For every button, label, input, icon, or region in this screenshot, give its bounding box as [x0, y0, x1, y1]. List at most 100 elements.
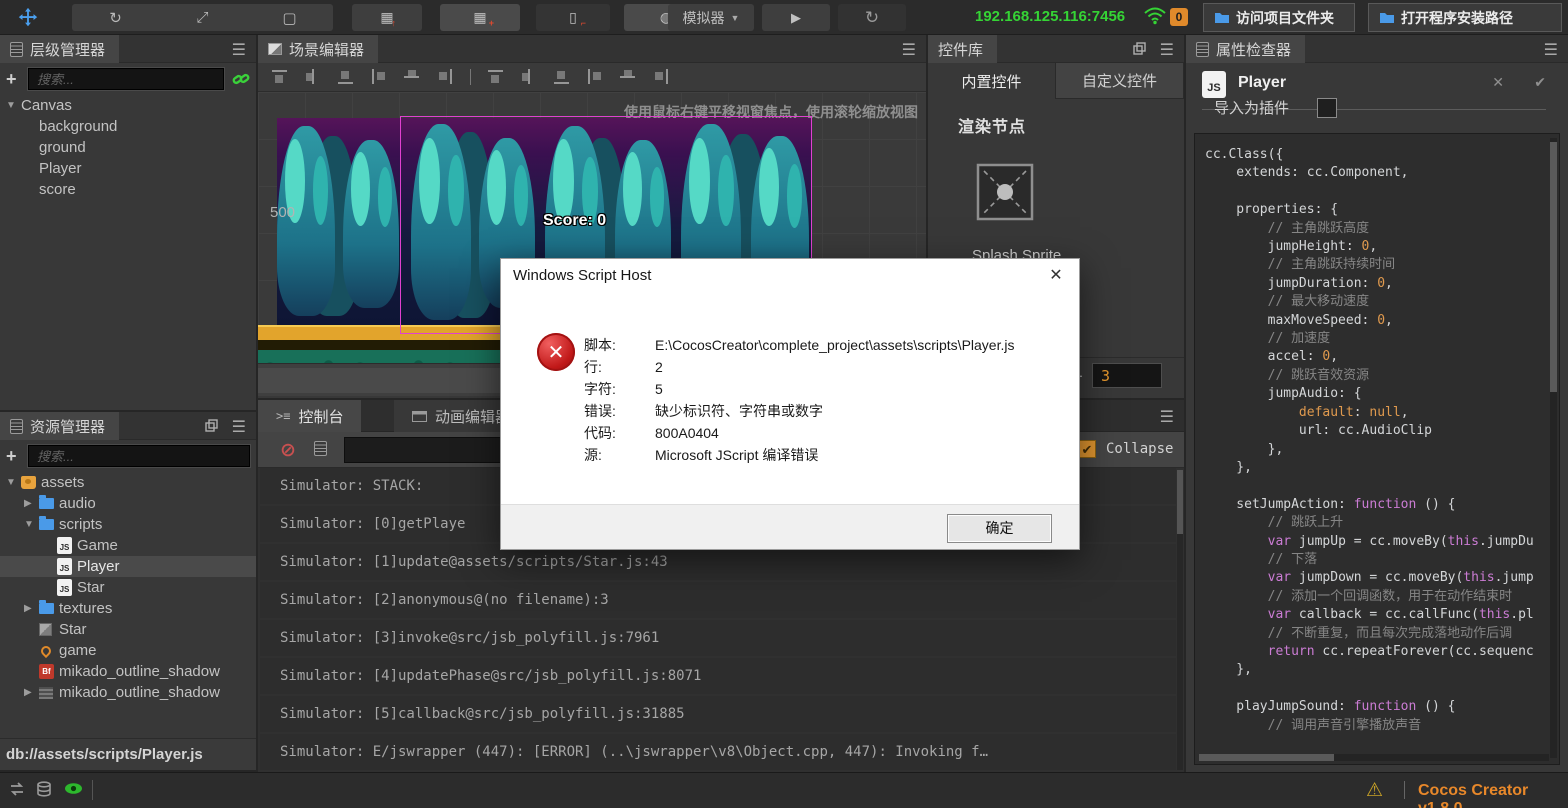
tab-builtin-label: 内置控件 — [961, 73, 1022, 91]
open-install-path-button[interactable]: 打开程序安装路径 — [1368, 3, 1562, 32]
hierarchy-node-ground[interactable]: ground — [0, 137, 256, 158]
warning-icon[interactable]: ⚠ — [1366, 779, 1383, 802]
js-file-icon: JS — [1202, 71, 1226, 98]
hierarchy-node-background[interactable]: background — [0, 116, 256, 137]
code-line: // 添加一个回调函数，用于在动作结束时 — [1205, 588, 1513, 604]
refresh-button[interactable]: ↻ — [838, 4, 906, 31]
code-hscrollbar-thumb[interactable] — [1199, 754, 1334, 761]
console-menu-icon[interactable]: ☰ — [1160, 407, 1174, 427]
align-tool-h2[interactable] — [620, 69, 636, 85]
expand-arrow-icon[interactable]: ▶ — [24, 687, 39, 698]
console-scrollbar[interactable] — [1177, 470, 1183, 770]
animation-icon — [412, 410, 427, 422]
link-icon[interactable] — [232, 70, 250, 88]
code-hscrollbar[interactable] — [1199, 754, 1549, 761]
anchor-mode-button[interactable]: ▦ + — [440, 4, 520, 31]
count-input[interactable] — [1092, 363, 1162, 388]
align-tool-b[interactable] — [338, 69, 354, 85]
console-log-line-6[interactable]: Simulator: [5]callback@src/jsb_polyfill.… — [260, 696, 1176, 732]
add-asset-button[interactable]: + — [6, 446, 20, 467]
splash-sprite-item[interactable] — [976, 163, 1034, 224]
asset-item-game[interactable]: game — [0, 640, 256, 661]
align-tool-h[interactable] — [404, 69, 420, 85]
console-log-line-3[interactable]: Simulator: [2]anonymous@(no filename):3 — [260, 582, 1176, 618]
dialog-close-icon[interactable]: ✕ — [1045, 265, 1067, 285]
hierarchy-node-score[interactable]: score — [0, 179, 256, 200]
asset-item-audio[interactable]: ▶ audio — [0, 493, 256, 514]
asset-item-Star[interactable]: JS Star — [0, 577, 256, 598]
widget-library-menu-icon[interactable]: ☰ — [1160, 40, 1174, 60]
popout-icon[interactable] — [205, 419, 218, 435]
hierarchy-node-Player[interactable]: Player — [0, 158, 256, 179]
align-tool-v2[interactable] — [521, 69, 537, 85]
expand-arrow-icon[interactable]: ▶ — [24, 603, 39, 614]
align-tool-l2[interactable] — [587, 69, 603, 85]
assets-tab[interactable]: 资源管理器 — [0, 412, 120, 440]
asset-item-mikado_outline_shadow[interactable]: Bf mikado_outline_shadow — [0, 661, 256, 682]
asset-item-Star[interactable]: Star — [0, 619, 256, 640]
simulator-dropdown[interactable]: 模拟器 ▼ — [668, 4, 754, 31]
asset-item-mikado_outline_shadow[interactable]: ▶ mikado_outline_shadow — [0, 682, 256, 703]
console-log-line-4[interactable]: Simulator: [3]invoke@src/jsb_polyfill.js… — [260, 620, 1176, 656]
console-scrollbar-thumb[interactable] — [1177, 470, 1183, 534]
expand-arrow-icon[interactable]: ▼ — [6, 477, 21, 488]
import-as-plugin-checkbox[interactable] — [1317, 97, 1338, 118]
hierarchy-tab[interactable]: 层级管理器 — [0, 35, 120, 63]
assets-menu-icon[interactable]: ☰ — [232, 417, 246, 437]
tab-builtin-widgets[interactable]: 内置控件 — [928, 63, 1055, 99]
asset-db-icon[interactable] — [36, 781, 52, 801]
asset-item-scripts[interactable]: ▼ scripts — [0, 514, 256, 535]
add-node-button[interactable]: + — [6, 69, 20, 90]
code-vscrollbar-thumb[interactable] — [1550, 142, 1557, 392]
scale-tool-button[interactable]: ⤢ — [159, 4, 246, 31]
console-log-line-5[interactable]: Simulator: [4]updatePhase@src/jsb_polyfi… — [260, 658, 1176, 694]
expand-arrow-icon[interactable]: ▼ — [24, 519, 39, 530]
hierarchy-menu-icon[interactable]: ☰ — [232, 40, 246, 60]
pivot-mode-button[interactable]: ▦ ↑ — [352, 4, 422, 31]
scene-menu-icon[interactable]: ☰ — [902, 40, 916, 60]
hierarchy-node-Canvas[interactable]: ▼ Canvas — [0, 95, 256, 116]
sync-assets-icon[interactable] — [8, 781, 26, 800]
open-project-folder-button[interactable]: 访问项目文件夹 — [1203, 3, 1355, 32]
code-line: default: null, — [1298, 404, 1409, 420]
hierarchy-search-input[interactable] — [28, 68, 224, 90]
import-as-plugin-label: 导入为插件 — [1214, 100, 1290, 117]
align-tool-r[interactable] — [437, 69, 453, 85]
play-button[interactable]: ▶ — [762, 4, 830, 31]
align-tool-b2[interactable] — [554, 69, 570, 85]
align-tool-l[interactable] — [371, 69, 387, 85]
preview-eye-icon[interactable] — [64, 781, 83, 799]
scene-tab[interactable]: 场景编辑器 — [258, 35, 379, 63]
log-file-icon[interactable] — [314, 441, 327, 456]
align-tool-r2[interactable] — [653, 69, 669, 85]
inspector-menu-icon[interactable]: ☰ — [1544, 40, 1558, 60]
clear-console-icon[interactable]: ⊘ — [280, 439, 296, 462]
asset-item-Game[interactable]: JS Game — [0, 535, 256, 556]
expand-arrow-icon[interactable]: ▶ — [24, 498, 39, 509]
local-coord-button[interactable]: ▯ ⌐ — [536, 4, 610, 31]
asset-item-assets[interactable]: ▼ assets — [0, 472, 256, 493]
align-tool-t2[interactable] — [488, 69, 504, 85]
apply-check-icon[interactable]: ✔ — [1534, 74, 1546, 91]
code-vscrollbar[interactable] — [1550, 138, 1557, 758]
asset-item-textures[interactable]: ▶ textures — [0, 598, 256, 619]
popout-icon[interactable] — [1133, 42, 1146, 58]
inspector-tab[interactable]: 属性检查器 — [1186, 35, 1306, 63]
code-line: var jumpDown = cc.moveBy(this.jump — [1267, 570, 1534, 586]
align-tool-t[interactable] — [272, 69, 288, 85]
tab-custom-widgets[interactable]: 自定义控件 — [1055, 63, 1184, 99]
collapse-checkbox[interactable]: ✔ — [1078, 440, 1096, 458]
console-log-line-7[interactable]: Simulator: E/jswrapper (447): [ERROR] (.… — [260, 734, 1176, 770]
rotate-tool-button[interactable]: ↻ — [72, 4, 159, 31]
expand-arrow-icon[interactable]: ▼ — [6, 100, 21, 111]
move-tool-button[interactable] — [10, 4, 46, 31]
rect-tool-button[interactable]: ▢ — [246, 4, 333, 31]
open-project-folder-label: 访问项目文件夹 — [1236, 9, 1334, 26]
align-tool-v[interactable] — [305, 69, 321, 85]
ok-button[interactable]: 确定 — [947, 514, 1052, 543]
tab-console[interactable]: >≡ 控制台 — [258, 400, 362, 432]
close-icon[interactable]: ✕ — [1492, 74, 1504, 91]
assets-search-input[interactable] — [28, 445, 250, 467]
widget-library-tab[interactable]: 控件库 — [928, 35, 998, 63]
asset-item-Player[interactable]: JS Player — [0, 556, 256, 577]
